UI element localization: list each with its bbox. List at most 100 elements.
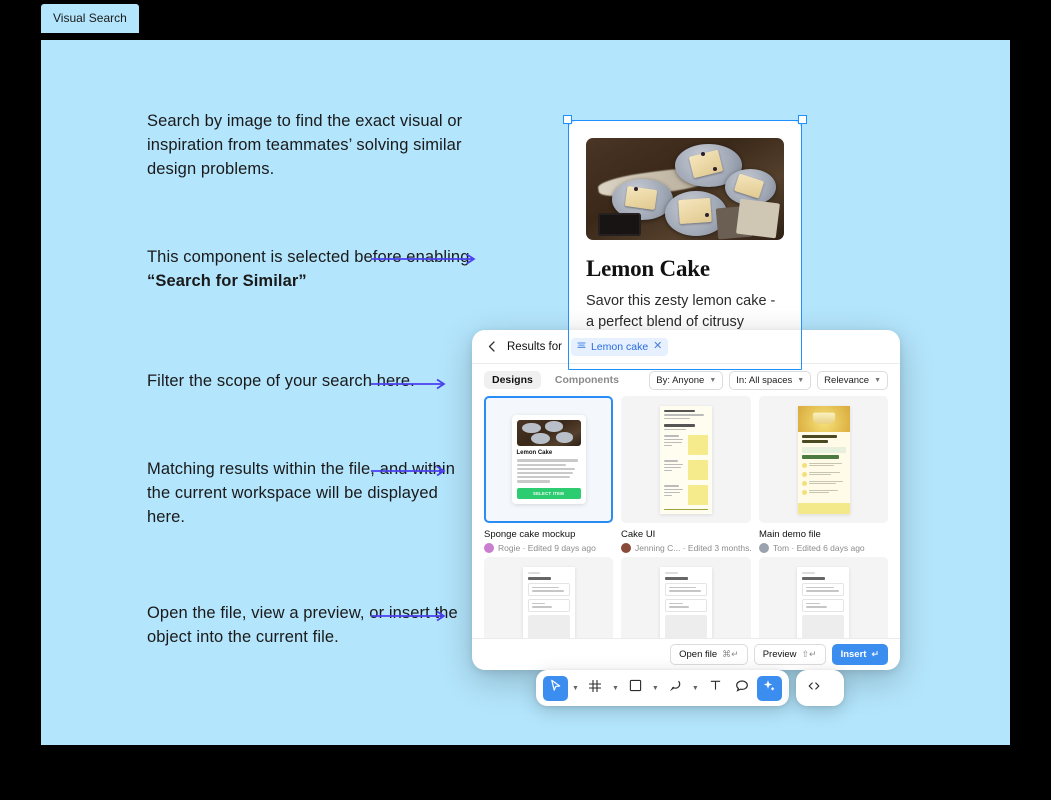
mini-card-body [516, 459, 581, 483]
hash-icon [588, 679, 602, 698]
result-meta: Rogie · Edited 9 days ago [484, 543, 613, 553]
filter-by-author[interactable]: By: Anyone ▼ [649, 370, 724, 390]
resize-handle-top-left[interactable] [563, 115, 572, 124]
resize-handle-top-right[interactable] [798, 115, 807, 124]
result-thumbnail[interactable] [759, 396, 888, 523]
move-tool-caret[interactable]: ▼ [570, 685, 581, 692]
sparkle-icon [762, 679, 776, 698]
insert-label: Insert [840, 649, 867, 660]
mini-cart-mockup [522, 566, 575, 638]
result-name: Sponge cake mockup [484, 529, 576, 540]
bottom-toolbar: ▼ ▼ ▼ ▼ [536, 670, 789, 706]
avatar [484, 543, 494, 553]
result-sponge-cake-mockup[interactable]: Lemon Cake SELECT ITEM Sponge cake mocku… [484, 396, 613, 553]
open-file-shortcut: ⌘↵ [722, 649, 739, 659]
result-thumbnail[interactable] [484, 557, 614, 638]
comment-tool[interactable] [730, 676, 755, 701]
text-icon [709, 679, 722, 697]
annotation-open-preview-insert: Open the file, view a preview, or insert… [147, 604, 458, 646]
result-cake-ui[interactable]: Cake UI Jenning C... · Edited 3 months..… [621, 396, 751, 553]
annotation-component-selected-bold: “Search for Similar” [147, 272, 307, 290]
filter-sort-relevance[interactable]: Relevance ▼ [817, 370, 888, 390]
chevron-down-icon: ▼ [797, 376, 805, 384]
chevron-down-icon: ▼ [874, 376, 881, 384]
chevron-left-icon[interactable] [484, 340, 498, 354]
mini-cake-photo [516, 420, 581, 447]
dev-mode-toggle[interactable] [802, 676, 827, 701]
mini-cart-mockup [797, 566, 850, 638]
avatar [621, 543, 631, 553]
actions-tool[interactable] [756, 675, 782, 701]
panel-footer: Open file ⌘↵ Preview ⇧↵ Insert ↵ [472, 638, 900, 670]
open-file-label: Open file [679, 649, 718, 660]
insert-button[interactable]: Insert ↵ [831, 644, 888, 665]
result-row2-item[interactable] [621, 557, 751, 638]
panel-header: Results for Lemon cake ✕ [472, 330, 900, 364]
shape-tool-caret[interactable]: ▼ [650, 685, 661, 692]
filter-sort-label: Relevance [824, 374, 870, 386]
tab-designs[interactable]: Designs [484, 371, 541, 389]
search-query-chip[interactable]: Lemon cake ✕ [570, 337, 669, 356]
pen-icon [668, 679, 682, 698]
preview-button[interactable]: Preview ⇧↵ [753, 644, 826, 665]
pen-tool-caret[interactable]: ▼ [690, 685, 701, 692]
result-meta-text: Rogie · Edited 9 days ago [498, 543, 596, 553]
result-meta-text: Tom · Edited 6 days ago [773, 543, 865, 553]
result-thumbnail[interactable] [758, 557, 888, 638]
avatar [759, 543, 769, 553]
pen-tool[interactable] [663, 676, 688, 701]
result-thumbnail[interactable] [621, 557, 751, 638]
frame-tool-caret[interactable]: ▼ [610, 685, 621, 692]
results-for-label: Results for [507, 340, 562, 353]
square-icon [629, 679, 642, 697]
arrow-to-footer [371, 610, 451, 622]
result-main-demo-file[interactable]: Main demo file Tom · Edited 6 days ago [759, 396, 888, 553]
preview-shortcut: ⇧↵ [801, 649, 817, 659]
code-icon [807, 679, 821, 698]
mini-cake-ui-mockup [660, 405, 712, 514]
results-grid: Lemon Cake SELECT ITEM Sponge cake mocku… [472, 396, 900, 638]
cursor-icon [549, 679, 562, 697]
mini-select-item-button[interactable]: SELECT ITEM [516, 487, 581, 499]
filter-by-author-label: By: Anyone [656, 374, 705, 386]
result-name: Cake UI [621, 529, 656, 540]
mini-recipe-mockup [797, 405, 850, 514]
arrow-to-component [371, 253, 481, 265]
results-row [484, 557, 888, 638]
chevron-down-icon: ▼ [709, 376, 717, 384]
result-meta: Tom · Edited 6 days ago [759, 543, 888, 553]
clear-query-icon[interactable]: ✕ [653, 341, 662, 352]
lemon-cake-title: Lemon Cake [586, 256, 710, 281]
annotation-search-by-image: Search by image to find the exact visual… [147, 112, 463, 178]
lemon-cake-photo [586, 138, 784, 240]
tab-components[interactable]: Components [547, 371, 627, 389]
result-row2-item[interactable] [758, 557, 888, 638]
filter-in-spaces[interactable]: In: All spaces ▼ [729, 370, 812, 390]
frame-tab-label[interactable]: Visual Search [41, 4, 139, 33]
dev-mode-bar [795, 670, 844, 706]
filter-in-spaces-label: In: All spaces [736, 374, 793, 386]
mini-cart-mockup [659, 566, 712, 638]
result-thumbnail[interactable]: Lemon Cake SELECT ITEM [484, 396, 613, 523]
text-tool[interactable] [703, 676, 728, 701]
preview-label: Preview [762, 649, 797, 660]
results-row: Lemon Cake SELECT ITEM Sponge cake mocku… [484, 396, 888, 553]
open-file-button[interactable]: Open file ⌘↵ [670, 644, 748, 665]
search-query-text: Lemon cake [590, 340, 649, 353]
layers-icon [577, 341, 586, 353]
mini-lemon-cake-card: Lemon Cake SELECT ITEM [511, 415, 586, 504]
result-row2-item[interactable] [484, 557, 614, 638]
visual-search-panel: Results for Lemon cake ✕ Designs Compone… [472, 330, 900, 670]
panel-filter-bar: Designs Components By: Anyone ▼ In: All … [472, 364, 900, 396]
frame-tool[interactable] [583, 676, 608, 701]
shape-tool[interactable] [623, 676, 648, 701]
insert-shortcut: ↵ [871, 649, 879, 659]
mini-card-title: Lemon Cake [516, 450, 553, 457]
result-meta: Jenning C... · Edited 3 months... [621, 543, 751, 553]
bottom-toolbar-wrap: ▼ ▼ ▼ ▼ [536, 670, 844, 706]
result-meta-text: Jenning C... · Edited 3 months... [635, 543, 751, 553]
arrow-to-filters [371, 378, 451, 390]
result-thumbnail[interactable] [621, 396, 751, 523]
screenshot-root: Visual Search Search by image to find th… [0, 0, 1051, 800]
move-tool[interactable] [543, 675, 568, 701]
